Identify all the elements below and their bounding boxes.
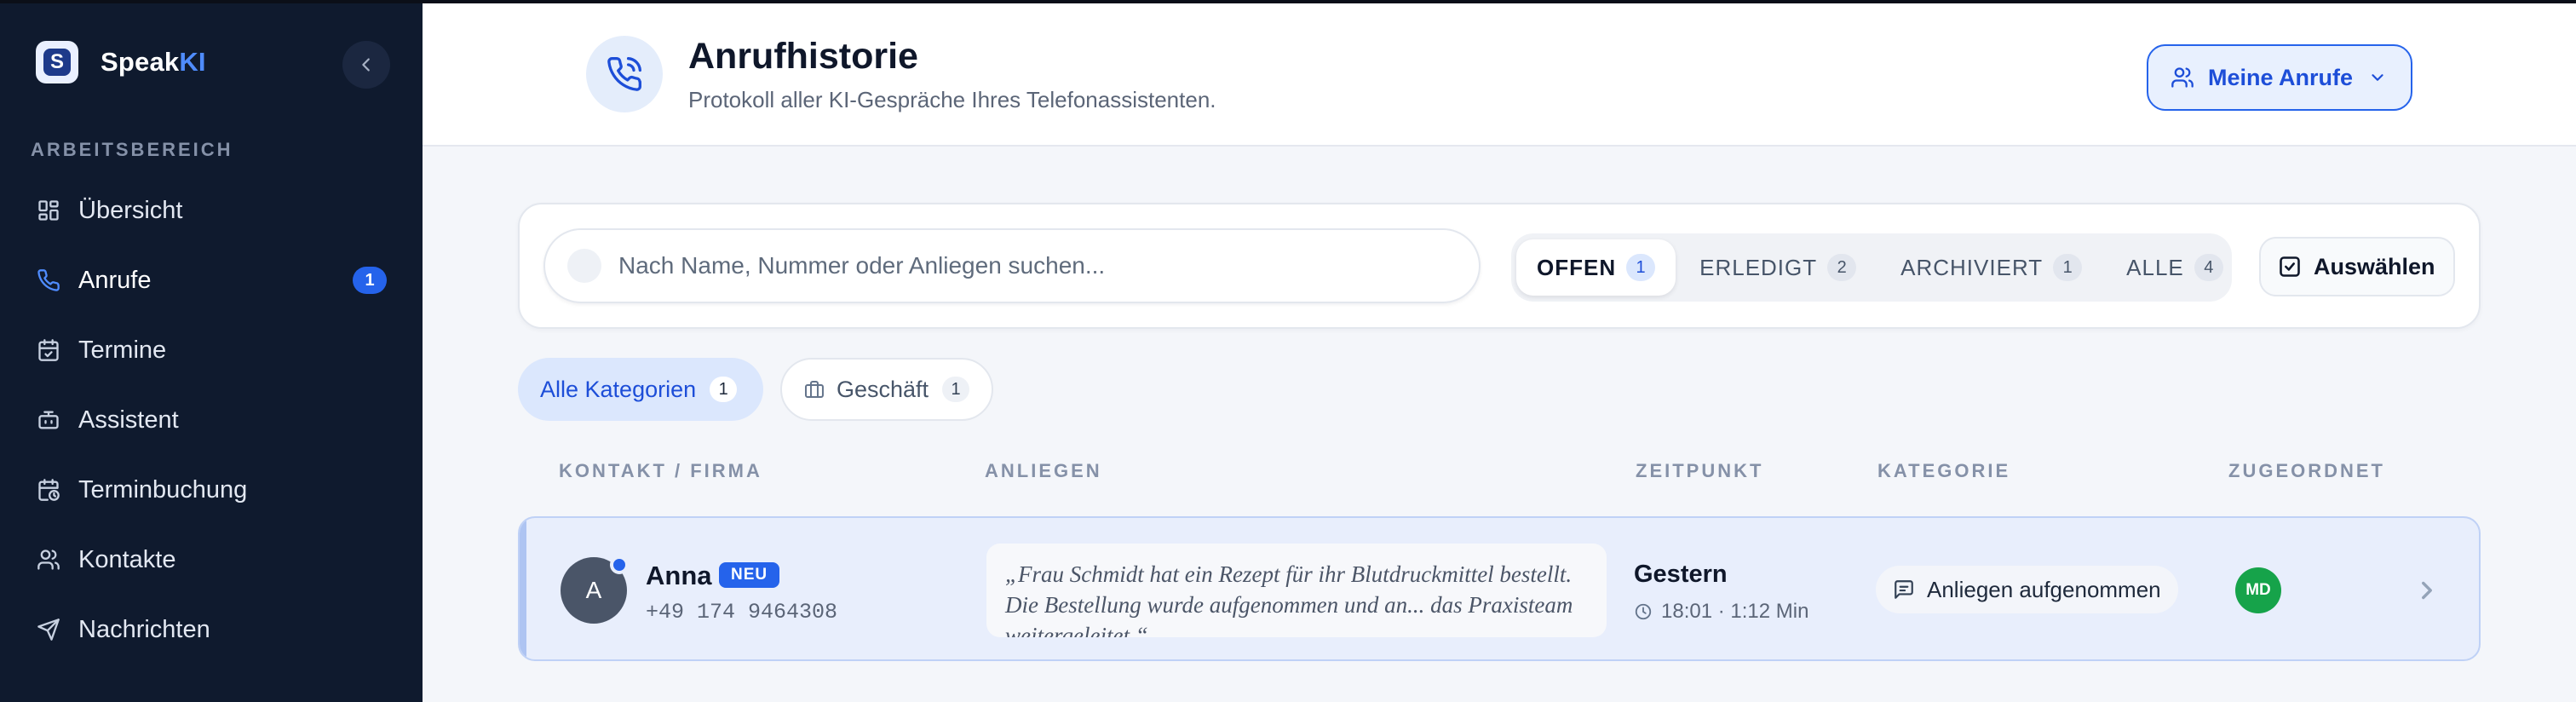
- page-subtitle: Protokoll aller KI-Gespräche Ihres Telef…: [688, 87, 1216, 112]
- sidebar-item-terminbuchung[interactable]: Terminbuchung: [0, 455, 423, 525]
- page-header: Anrufhistorie Protokoll aller KI-Gespräc…: [423, 3, 2576, 147]
- sidebar-item-label: Kontakte: [78, 545, 176, 573]
- calendar-clock-icon: [36, 477, 61, 503]
- calendar-check-icon: [36, 337, 61, 363]
- sidebar-item-nachrichten[interactable]: Nachrichten: [0, 595, 423, 665]
- sidebar-item-label: Anrufe: [78, 266, 152, 294]
- bot-icon: [36, 407, 61, 433]
- column-header-concern: ANLIEGEN: [985, 460, 1102, 481]
- assignee-avatar[interactable]: MD: [2235, 567, 2281, 613]
- briefcase-icon: [804, 381, 824, 398]
- tab-label: ERLEDIGT: [1699, 254, 1818, 280]
- tab-count: 2: [1827, 254, 1857, 281]
- tab-count: 4: [2194, 254, 2223, 281]
- checkbox-icon: [2280, 256, 2300, 277]
- users-icon: [2171, 67, 2194, 88]
- page-title: Anrufhistorie: [688, 36, 918, 77]
- sidebar-item-kontakte[interactable]: Kontakte: [0, 525, 423, 595]
- status-tabs: OFFEN 1 ERLEDIGT 2 ARCHIVIERT 1 ALLE 4: [1511, 233, 2232, 302]
- sidebar-item-label: Terminbuchung: [78, 475, 248, 503]
- row-accent-bar: [520, 518, 526, 659]
- chip-label: Alle Kategorien: [540, 376, 697, 402]
- sidebar-section-label: ARBEITSBEREICH: [31, 139, 233, 160]
- call-time-detail: 18:01 · 1:12 Min: [1634, 600, 1808, 624]
- column-header-contact: KONTAKT / FIRMA: [559, 460, 762, 481]
- my-calls-dropdown[interactable]: Meine Anrufe: [2147, 44, 2412, 111]
- tab-count: 1: [2053, 254, 2083, 281]
- column-header-assigned: ZUGEORDNET: [2228, 460, 2385, 481]
- category-badge: Anliegen aufgenommen: [1876, 566, 2178, 613]
- search-input[interactable]: [618, 252, 1385, 279]
- tab-alle[interactable]: ALLE 4: [2106, 239, 2244, 296]
- brand-suffix: KI: [179, 47, 206, 77]
- my-calls-label: Meine Anrufe: [2208, 64, 2354, 90]
- chevron-down-icon: [2372, 74, 2383, 81]
- sidebar-item-label: Assistent: [78, 406, 179, 434]
- phone-icon: [36, 268, 61, 293]
- new-badge: NEU: [719, 562, 780, 588]
- app-logo: S: [36, 41, 78, 83]
- sidebar-item-termine[interactable]: Termine: [0, 315, 423, 385]
- select-label: Auswählen: [2314, 253, 2435, 279]
- tab-offen[interactable]: OFFEN 1: [1516, 239, 1676, 296]
- sidebar-item-label: Termine: [78, 336, 167, 364]
- tab-label: OFFEN: [1537, 254, 1617, 280]
- brand-name: SpeakKI: [101, 47, 206, 78]
- tab-label: ALLE: [2126, 254, 2184, 280]
- table-row[interactable]: A Anna NEU +49 174 9464308 „Frau Schmidt…: [518, 516, 2481, 661]
- chip-count: 1: [942, 377, 969, 402]
- brand[interactable]: S SpeakKI: [36, 41, 206, 83]
- sidebar-item-label: Übersicht: [78, 196, 183, 224]
- send-icon: [36, 617, 61, 642]
- search-box[interactable]: [543, 228, 1481, 303]
- column-header-time: ZEITPUNKT: [1636, 460, 1764, 481]
- call-time: Gestern: [1634, 561, 1728, 588]
- chevron-right-icon[interactable]: [2412, 576, 2441, 605]
- brand-prefix: Speak: [101, 47, 180, 77]
- sidebar-nav: Übersicht Anrufe 1 Termine Assistent Ter…: [0, 176, 423, 665]
- search-icon: [567, 249, 601, 283]
- tab-label: ARCHIVIERT: [1900, 254, 2044, 280]
- sidebar-item-uebersicht[interactable]: Übersicht: [0, 176, 423, 245]
- calls-count-badge: 1: [353, 267, 387, 294]
- tab-erledigt[interactable]: ERLEDIGT 2: [1679, 239, 1877, 296]
- clock-icon: [1635, 603, 1652, 620]
- users-icon: [36, 547, 61, 573]
- contact-name: Anna: [646, 561, 712, 590]
- message-icon: [1895, 580, 1913, 599]
- call-time-duration: 18:01 · 1:12 Min: [1661, 600, 1809, 623]
- filter-toolbar: OFFEN 1 ERLEDIGT 2 ARCHIVIERT 1 ALLE 4 A…: [518, 203, 2481, 329]
- phone-call-icon: [586, 36, 663, 112]
- category-label: Anliegen aufgenommen: [1927, 576, 2161, 602]
- sidebar: S SpeakKI ARBEITSBEREICH Übersicht Anruf…: [0, 0, 423, 702]
- logo-letter: S: [43, 49, 71, 76]
- category-chip-all[interactable]: Alle Kategorien 1: [518, 358, 763, 421]
- contact-phone: +49 174 9464308: [646, 600, 838, 624]
- unread-dot: [610, 555, 629, 574]
- window-top-border: [0, 0, 2576, 3]
- sidebar-item-anrufe[interactable]: Anrufe 1: [0, 245, 423, 315]
- tab-count: 1: [1626, 254, 1656, 281]
- dashboard-icon: [36, 198, 61, 223]
- chip-label: Geschäft: [836, 376, 929, 402]
- collapse-sidebar-button[interactable]: [342, 41, 390, 89]
- select-button[interactable]: Auswählen: [2259, 237, 2455, 296]
- chip-count: 1: [710, 377, 738, 402]
- chevron-left-icon: [362, 58, 370, 72]
- column-header-category: KATEGORIE: [1877, 460, 2011, 481]
- tab-archiviert[interactable]: ARCHIVIERT 1: [1880, 239, 2102, 296]
- sidebar-item-label: Nachrichten: [78, 615, 210, 643]
- category-chip-geschaeft[interactable]: Geschäft 1: [780, 358, 993, 421]
- sidebar-item-assistent[interactable]: Assistent: [0, 385, 423, 455]
- concern-summary: „Frau Schmidt hat ein Rezept für ihr Blu…: [986, 544, 1607, 637]
